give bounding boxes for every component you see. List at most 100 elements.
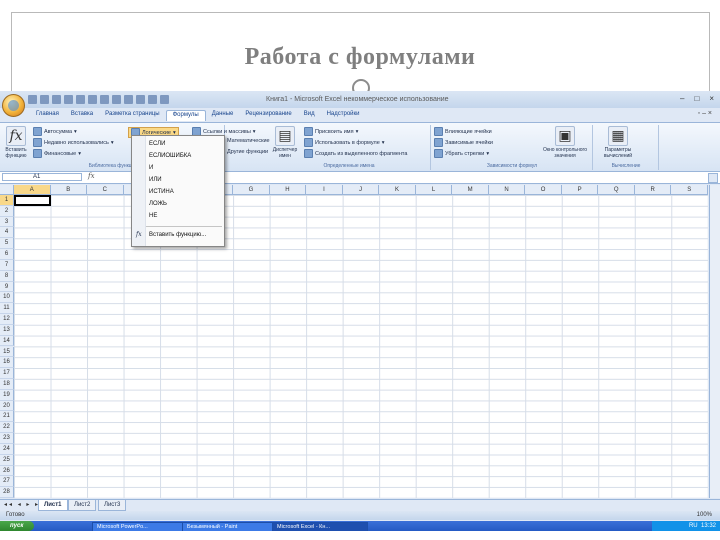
expand-formula-bar-button[interactable] xyxy=(708,173,718,183)
name-manager-button[interactable]: ▤ Диспетчер имен xyxy=(272,126,298,159)
column-header[interactable]: B xyxy=(50,185,88,195)
minimize-button[interactable]: – xyxy=(680,94,684,103)
row-header[interactable]: 13 xyxy=(0,324,14,336)
column-header[interactable]: O xyxy=(525,185,562,195)
column-header[interactable]: L xyxy=(415,185,453,195)
office-button[interactable] xyxy=(2,94,25,117)
paste-icon[interactable] xyxy=(136,95,145,104)
use-in-formula-button[interactable]: Использовать в формуле ▾ xyxy=(304,138,385,147)
cell-area[interactable] xyxy=(14,195,708,498)
menu-item-insert-function[interactable]: Вставить функцию... xyxy=(132,229,224,241)
math-button[interactable]: Математические xyxy=(227,138,270,144)
row-header[interactable]: 17 xyxy=(0,368,14,379)
column-header[interactable]: K xyxy=(379,185,416,195)
row-header[interactable]: 27 xyxy=(0,476,14,488)
column-header[interactable]: N xyxy=(488,185,526,195)
save-icon[interactable] xyxy=(28,95,37,104)
column-header[interactable]: J xyxy=(342,185,380,195)
column-header[interactable]: P xyxy=(561,185,599,195)
menu-item-not[interactable]: НЕ xyxy=(132,210,224,222)
row-header[interactable]: 28 xyxy=(0,487,14,498)
row-header[interactable]: 19 xyxy=(0,389,14,401)
copy-icon[interactable] xyxy=(124,95,133,104)
redo-icon[interactable] xyxy=(52,95,61,104)
format-icon[interactable] xyxy=(148,95,157,104)
row-header[interactable]: 20 xyxy=(0,400,14,412)
remove-arrows-button[interactable]: Убрать стрелки ▾ xyxy=(434,149,489,158)
other-functions-button[interactable]: Другие функции xyxy=(227,149,268,155)
recent-button[interactable]: Недавно использовались ▾ xyxy=(33,138,114,147)
column-header[interactable]: R xyxy=(634,185,672,195)
row-header[interactable]: 25 xyxy=(0,454,14,466)
menu-item-and[interactable]: И xyxy=(132,162,224,174)
create-from-selection-button[interactable]: Создать из выделенного фрагмента xyxy=(304,149,407,158)
column-header[interactable]: G xyxy=(233,185,270,195)
cut-icon[interactable] xyxy=(112,95,121,104)
column-header[interactable]: S xyxy=(671,185,708,195)
row-header[interactable]: 1 xyxy=(0,195,14,206)
close-button[interactable]: × xyxy=(709,94,714,103)
row-header[interactable]: 5 xyxy=(0,238,14,250)
tab-data[interactable]: Данные xyxy=(206,110,240,121)
row-header[interactable]: 9 xyxy=(0,281,14,293)
column-header[interactable]: M xyxy=(452,185,489,195)
language-indicator[interactable]: RU xyxy=(689,523,698,529)
tab-review[interactable]: Рецензирование xyxy=(239,110,297,121)
autosum-button[interactable]: Автосумма ▾ xyxy=(33,127,77,136)
menu-item-or[interactable]: ИЛИ xyxy=(132,174,224,186)
row-header[interactable]: 2 xyxy=(0,205,14,217)
row-header[interactable]: 15 xyxy=(0,346,14,358)
row-header[interactable]: 26 xyxy=(0,465,14,477)
active-cell[interactable] xyxy=(14,195,51,206)
menu-item-if[interactable]: ЕСЛИ xyxy=(132,138,224,150)
define-name-button[interactable]: Присвоить имя ▾ xyxy=(304,127,358,136)
column-header[interactable]: H xyxy=(269,185,307,195)
menu-item-false[interactable]: ЛОЖЬ xyxy=(132,198,224,210)
row-header[interactable]: 11 xyxy=(0,303,14,315)
row-header[interactable]: 3 xyxy=(0,216,14,228)
column-header[interactable]: I xyxy=(306,185,343,195)
column-header[interactable]: Q xyxy=(598,185,635,195)
taskbar-item-powerpoint[interactable]: Microsoft PowerPo... xyxy=(92,522,188,531)
calc-options-button[interactable]: ▦ Параметры вычислений xyxy=(596,126,640,159)
worksheet-grid[interactable]: ABCDEFGHIJKLMNOPQRS 12345678910111213141… xyxy=(0,185,720,498)
insert-function-button[interactable]: fx Вставить функцию xyxy=(5,126,27,159)
zoom-level[interactable]: 100% xyxy=(697,512,712,518)
sheet-tab-2[interactable]: Лист2 xyxy=(68,500,97,511)
row-header[interactable]: 18 xyxy=(0,378,14,390)
menu-item-true[interactable]: ИСТИНА xyxy=(132,186,224,198)
row-header[interactable]: 6 xyxy=(0,249,14,260)
column-header[interactable]: C xyxy=(87,185,124,195)
tab-insert[interactable]: Вставка xyxy=(65,110,99,121)
trace-dependents-button[interactable]: Зависимые ячейки xyxy=(434,138,493,147)
tab-addins[interactable]: Надстройки xyxy=(321,110,366,121)
vertical-scrollbar[interactable] xyxy=(709,185,720,498)
chart-icon[interactable] xyxy=(160,95,169,104)
undo-icon[interactable] xyxy=(40,95,49,104)
start-button[interactable]: пуск xyxy=(0,521,34,531)
watch-window-button[interactable]: ▣ Окно контрольного значения xyxy=(542,126,588,159)
tab-home[interactable]: Главная xyxy=(30,110,65,121)
trace-precedents-button[interactable]: Влияющие ячейки xyxy=(434,127,492,136)
maximize-button[interactable]: □ xyxy=(694,94,699,103)
row-header[interactable]: 24 xyxy=(0,443,14,455)
row-header[interactable]: 22 xyxy=(0,422,14,434)
financial-button[interactable]: Финансовые ▾ xyxy=(33,149,81,158)
open-icon[interactable] xyxy=(64,95,73,104)
row-header[interactable]: 23 xyxy=(0,433,14,444)
menu-item-iferror[interactable]: ЕСЛИОШИБКА xyxy=(132,150,224,162)
tab-page-layout[interactable]: Разметка страницы xyxy=(99,110,165,121)
tab-formulas[interactable]: Формулы xyxy=(165,110,206,121)
preview-icon[interactable] xyxy=(88,95,97,104)
sheet-tab-1[interactable]: Лист1 xyxy=(38,500,68,511)
row-header[interactable]: 4 xyxy=(0,227,14,239)
select-all-button[interactable] xyxy=(0,185,14,195)
taskbar-item-paint[interactable]: Безымянный - Paint xyxy=(182,522,278,531)
tab-view[interactable]: Вид xyxy=(298,110,321,121)
row-header[interactable]: 8 xyxy=(0,270,14,282)
spell-icon[interactable] xyxy=(100,95,109,104)
row-header[interactable]: 14 xyxy=(0,335,14,347)
print-icon[interactable] xyxy=(76,95,85,104)
row-header[interactable]: 12 xyxy=(0,314,14,325)
sheet-tab-3[interactable]: Лист3 xyxy=(98,500,127,511)
